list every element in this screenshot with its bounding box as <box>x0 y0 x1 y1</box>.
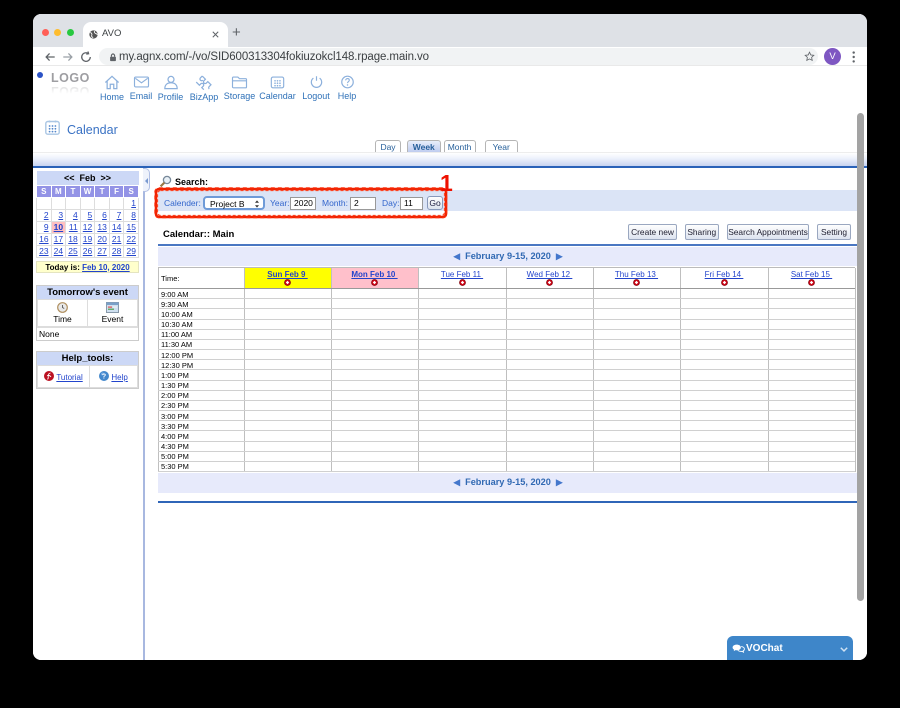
svg-text:?: ? <box>102 373 106 380</box>
